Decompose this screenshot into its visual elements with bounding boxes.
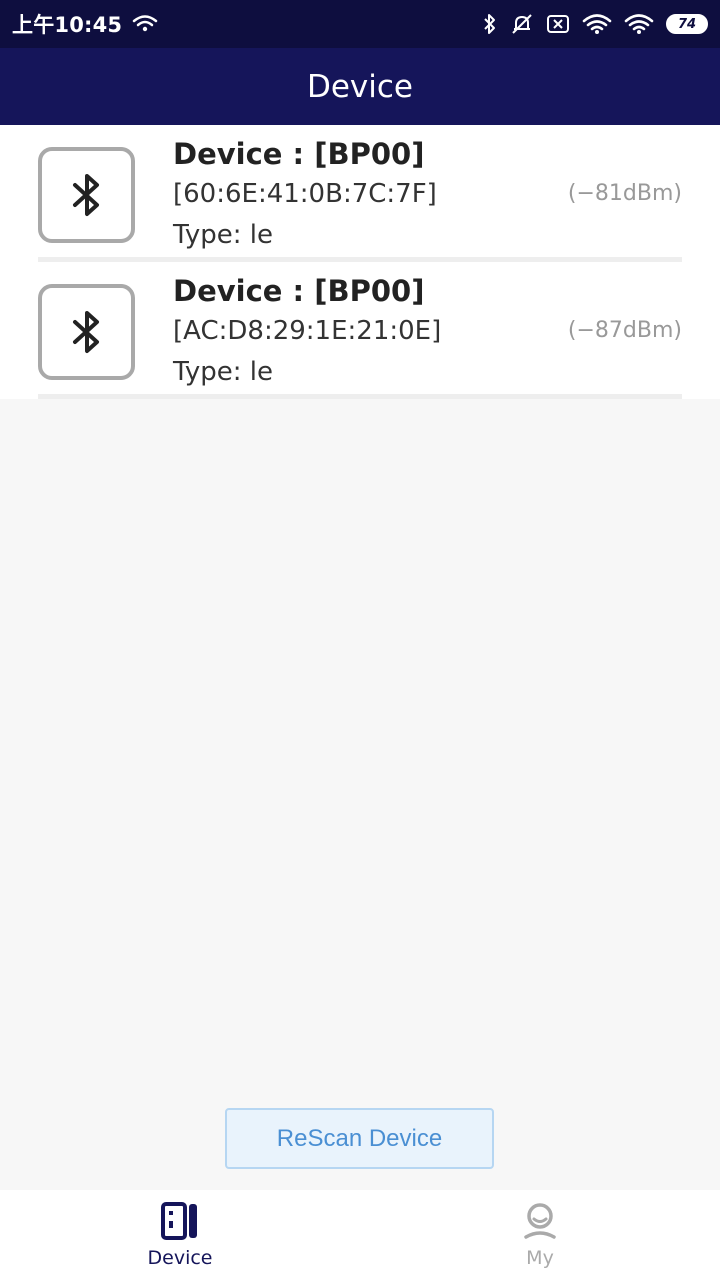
mute-bell-icon — [510, 12, 534, 36]
device-item[interactable]: Device : [BP00] [60:6E:41:0B:7C:7F] Type… — [0, 125, 720, 262]
battery-icon: 74 — [666, 14, 708, 34]
status-bar: 上午10:45 74 — [0, 0, 720, 48]
user-icon — [520, 1201, 560, 1245]
bluetooth-icon — [38, 147, 135, 243]
wifi-icon — [582, 13, 612, 35]
device-type: Type: le — [173, 357, 273, 387]
battery-level: 74 — [677, 16, 697, 32]
device-type: Type: le — [173, 220, 273, 250]
nav-tab-my[interactable]: My — [360, 1190, 720, 1280]
bluetooth-icon — [38, 284, 135, 380]
device-list: Device : [BP00] [60:6E:41:0B:7C:7F] Type… — [0, 125, 720, 399]
wifi-icon-2 — [624, 13, 654, 35]
rescan-device-button[interactable]: ReScan Device — [225, 1108, 494, 1169]
status-time: 上午10:45 — [12, 13, 123, 37]
device-mac: [AC:D8:29:1E:21:0E] — [173, 316, 442, 346]
no-sim-icon — [546, 13, 570, 35]
nav-label-my: My — [526, 1247, 554, 1269]
app-header: Device — [0, 48, 720, 125]
status-left: 上午10:45 — [12, 9, 158, 39]
page-title: Device — [306, 68, 414, 105]
device-name: Device : [BP00] — [173, 137, 425, 171]
device-item[interactable]: Device : [BP00] [AC:D8:29:1E:21:0E] Type… — [0, 262, 720, 399]
nav-tab-device[interactable]: Device — [0, 1190, 360, 1280]
device-mac: [60:6E:41:0B:7C:7F] — [173, 179, 437, 209]
nav-label-device: Device — [147, 1247, 213, 1269]
wifi-small-icon — [132, 15, 158, 33]
status-right: 74 — [482, 12, 708, 36]
device-name: Device : [BP00] — [173, 274, 425, 308]
device-rssi: (−81dBm) — [567, 181, 682, 206]
divider — [38, 394, 682, 399]
bottom-nav: Device My — [0, 1190, 720, 1280]
device-icon — [160, 1201, 200, 1245]
device-rssi: (−87dBm) — [567, 318, 682, 343]
bluetooth-icon — [482, 12, 498, 36]
